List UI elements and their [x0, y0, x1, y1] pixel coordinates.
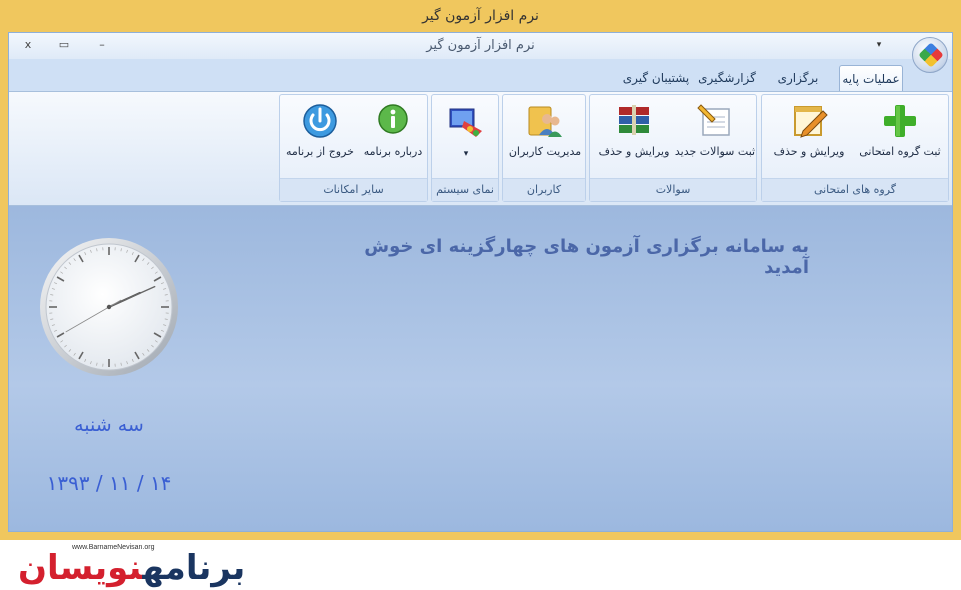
- info-icon: [378, 104, 408, 134]
- tab-reports[interactable]: گزارشگیری: [697, 65, 757, 91]
- ribbon: ثبت گروه امتحانی ویرایش و حذف گروه های ا…: [9, 91, 952, 206]
- outer-window-title: نرم افزار آزمون گیر: [422, 8, 539, 24]
- window-title: نرم افزار آزمون گیر: [426, 38, 535, 53]
- tab-hold-exam[interactable]: برگزاری آزمون: [761, 65, 835, 111]
- main-content: به سامانه برگزاری آزمون های چهارگزینه ای…: [9, 206, 952, 531]
- group-label: نمای سیستم: [432, 178, 498, 201]
- group-exam-groups: ثبت گروه امتحانی ویرایش و حذف گروه های ا…: [761, 94, 949, 202]
- group-label: سوالات: [590, 178, 756, 201]
- tab-basic-operations[interactable]: عملیات پایه: [839, 65, 903, 91]
- group-label: سایر امکانات: [280, 178, 427, 201]
- add-questions-button[interactable]: ثبت سوالات جدید: [674, 97, 756, 177]
- edit-exam-group-button[interactable]: ویرایش و حذف: [766, 97, 852, 177]
- exit-button[interactable]: خروج از برنامه: [282, 97, 358, 177]
- theme-dropdown-button[interactable]: ▾: [434, 97, 498, 177]
- ribbon-tabs: عملیات پایه برگزاری آزمون گزارشگیری پشتی…: [9, 59, 952, 111]
- group-system-view: ▾ نمای سیستم: [431, 94, 499, 202]
- date-label: ۱۳۹۳ / ۱۱ / ۱۴: [46, 471, 172, 495]
- welcome-message: به سامانه برگزاری آزمون های چهارگزینه ای…: [364, 236, 809, 278]
- analog-clock: [40, 238, 178, 376]
- group-users: مدیریت کاربران کاربران: [502, 94, 586, 202]
- books-archive-icon: [619, 105, 649, 135]
- logo-wordmark: برنامهنویسان: [18, 548, 247, 588]
- users-folder-icon: [528, 106, 562, 137]
- theme-palette-icon: [449, 108, 482, 137]
- group-label: کاربران: [503, 178, 585, 201]
- app-window: x ▭ – نرم افزار آزمون گیر ▾ عملیات پایه …: [8, 32, 953, 532]
- plus-icon: [884, 105, 916, 137]
- about-button[interactable]: درباره برنامه: [358, 97, 428, 177]
- weekday-label: سه شنبه: [74, 414, 144, 436]
- tab-backup[interactable]: پشتیبان گیری: [619, 65, 693, 91]
- edit-notepad-icon: [794, 106, 828, 138]
- new-questions-icon: [697, 104, 730, 136]
- group-label: گروه های امتحانی: [762, 178, 948, 201]
- manage-users-button[interactable]: مدیریت کاربران: [505, 97, 585, 177]
- site-logo: www.BarnameNevisan.org برنامهنویسان: [10, 542, 370, 588]
- group-other-features: درباره برنامه خروج از برنامه سایر امکانا…: [279, 94, 428, 202]
- title-bar: x ▭ – نرم افزار آزمون گیر ▾: [9, 33, 952, 59]
- add-exam-group-button[interactable]: ثبت گروه امتحانی: [852, 97, 948, 177]
- power-icon: [303, 104, 337, 138]
- group-questions: ثبت سوالات جدید ویرایش و حذف سوالات: [589, 94, 757, 202]
- quick-access-dropdown[interactable]: ▾: [871, 37, 887, 53]
- edit-questions-button[interactable]: ویرایش و حذف: [594, 97, 674, 177]
